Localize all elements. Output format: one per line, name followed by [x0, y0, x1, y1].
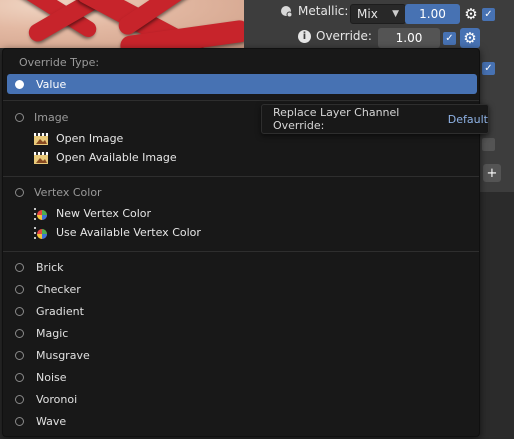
panel-checkbox[interactable]: ✓ — [482, 62, 495, 75]
radio-icon — [15, 328, 24, 338]
radio-icon — [15, 262, 24, 272]
menu-item-label: Gradient — [36, 304, 84, 318]
menu-item-label: Wave — [36, 414, 67, 428]
metallic-blend-value: Mix — [357, 7, 378, 21]
radio-icon — [15, 394, 24, 404]
menu-divider — [3, 251, 479, 252]
image-icon — [33, 151, 49, 165]
metallic-enable-checkbox[interactable]: ✓ — [482, 8, 495, 21]
metallic-value-field[interactable]: 1.00 — [405, 4, 460, 24]
menu-item-label: Musgrave — [36, 348, 90, 362]
metallic-blend-dropdown[interactable]: Mix ▼ — [350, 4, 406, 24]
menu-item-noise[interactable]: Noise — [7, 367, 477, 387]
menu-section-image-label: Image — [34, 110, 69, 124]
menu-item-brick[interactable]: Brick — [7, 257, 477, 277]
vertex-color-icon — [33, 226, 49, 240]
menu-item-wave[interactable]: Wave — [7, 411, 477, 431]
override-row: i Override: — [298, 29, 372, 43]
chevron-down-icon: ▼ — [392, 9, 399, 19]
tooltip-value: Default — [447, 112, 488, 126]
menu-item-label: Magic — [36, 326, 69, 340]
menu-item-open-image[interactable]: Open Image — [33, 129, 123, 148]
menu-item-label: Voronoi — [36, 392, 78, 406]
radio-icon — [15, 416, 24, 426]
menu-item-open-available-image[interactable]: Open Available Image — [33, 148, 177, 167]
menu-item-use-available-vertex-color[interactable]: Use Available Vertex Color — [33, 223, 201, 242]
image-icon — [33, 132, 49, 146]
menu-item-voronoi[interactable]: Voronoi — [7, 389, 477, 409]
tooltip-label: Replace Layer Channel Override: — [273, 106, 400, 132]
radio-icon — [15, 372, 24, 382]
menu-divider — [3, 176, 479, 177]
node-icon — [280, 5, 293, 18]
menu-item-open-image-label: Open Image — [56, 132, 124, 145]
radio-icon — [15, 112, 24, 122]
menu-item-musgrave[interactable]: Musgrave — [7, 345, 477, 365]
viewport-render — [0, 0, 244, 48]
menu-item-magic[interactable]: Magic — [7, 323, 477, 343]
radio-icon — [15, 284, 24, 294]
radio-icon — [15, 187, 24, 197]
menu-item-new-vertex-color-label: New Vertex Color — [56, 207, 152, 220]
override-value-field[interactable]: 1.00 — [378, 28, 440, 48]
tooltip: Replace Layer Channel Override: Default — [261, 104, 489, 134]
menu-item-gradient[interactable]: Gradient — [7, 301, 477, 321]
menu-item-value-label: Value — [36, 77, 67, 91]
menu-divider — [3, 100, 479, 101]
menu-item-open-available-image-label: Open Available Image — [56, 151, 177, 164]
menu-item-label: Brick — [36, 260, 64, 274]
radio-selected-icon — [15, 79, 24, 89]
info-icon[interactable]: i — [298, 29, 311, 43]
menu-item-label: Noise — [36, 370, 67, 384]
panel-checkbox-off[interactable] — [482, 138, 495, 151]
menu-section-vertex-color-label: Vertex Color — [34, 185, 102, 199]
override-enable-checkbox[interactable]: ✓ — [443, 32, 456, 45]
menu-item-label: Checker — [36, 282, 81, 296]
override-label: Override: — [316, 29, 372, 43]
menu-item-value[interactable]: Value — [7, 74, 477, 94]
menu-section-vertex-color: Vertex Color — [7, 182, 477, 202]
add-icon[interactable]: + — [483, 164, 501, 182]
menu-title: Override Type: — [19, 56, 100, 69]
override-settings-icon[interactable]: ⚙ — [460, 28, 480, 48]
metallic-label: Metallic: — [298, 4, 349, 18]
radio-icon — [15, 306, 24, 316]
menu-item-use-available-vertex-color-label: Use Available Vertex Color — [56, 226, 201, 239]
vertex-color-icon — [33, 207, 49, 221]
radio-icon — [15, 350, 24, 360]
menu-item-new-vertex-color[interactable]: New Vertex Color — [33, 204, 151, 223]
gear-icon[interactable]: ⚙ — [461, 4, 481, 24]
metallic-row: Metallic: — [280, 4, 348, 18]
menu-item-checker[interactable]: Checker — [7, 279, 477, 299]
